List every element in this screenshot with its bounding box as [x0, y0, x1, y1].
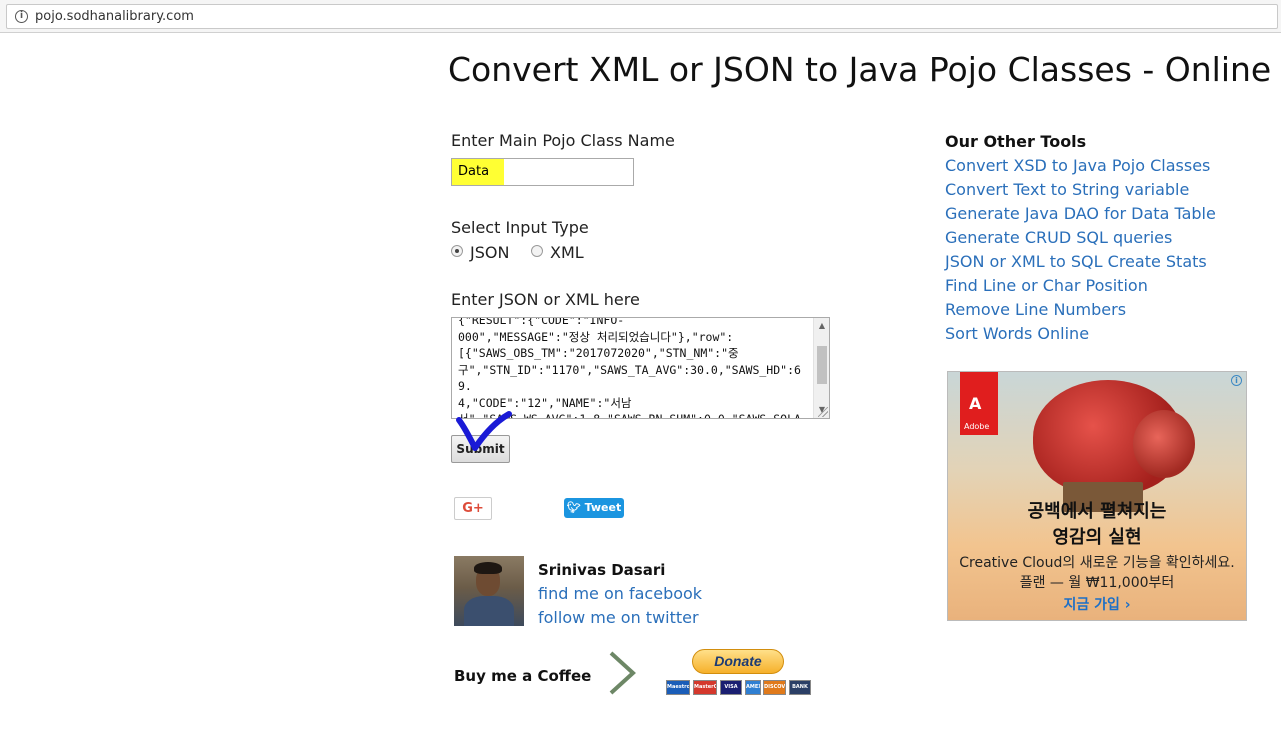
- other-tools-heading: Our Other Tools: [945, 132, 1087, 151]
- twitter-bird-icon: 🐦︎: [566, 501, 581, 514]
- google-plus-button[interactable]: G+: [454, 497, 492, 520]
- tweet-button[interactable]: 🐦︎ Tweet: [564, 498, 624, 518]
- url-field[interactable]: i pojo.sodhanalibrary.com: [6, 4, 1278, 29]
- ad-subtext-1: Creative Cloud의 새로운 기능을 확인하세요.: [959, 555, 1235, 571]
- ad-cta-link[interactable]: 지금 가입 ›: [948, 594, 1246, 614]
- tool-link-remove-line-numbers[interactable]: Remove Line Numbers: [945, 300, 1126, 319]
- donate-button[interactable]: Donate: [692, 649, 784, 674]
- tool-link-sort-words[interactable]: Sort Words Online: [945, 324, 1089, 343]
- adobe-advertisement[interactable]: A Adobe i 공백에서 펼쳐지는 영감의 실현 Creative Clou…: [947, 371, 1247, 621]
- tool-link-text-to-string[interactable]: Convert Text to String variable: [945, 180, 1189, 199]
- radio-xml[interactable]: [531, 245, 543, 257]
- radio-xml-label[interactable]: XML: [550, 243, 584, 262]
- textarea-scrollbar[interactable]: ▲ ▼: [813, 318, 829, 418]
- card-amex-icon: AMEX: [745, 680, 761, 695]
- radio-json[interactable]: [451, 245, 463, 257]
- input-label: Enter JSON or XML here: [451, 290, 640, 309]
- ad-subtext-2: 플랜 — 월 ₩11,000부터: [1019, 575, 1175, 591]
- tool-link-java-dao[interactable]: Generate Java DAO for Data Table: [945, 204, 1216, 223]
- card-bank-icon: BANK: [789, 680, 811, 695]
- textarea-content: {"RESULT":{"CODE":"INFO- 000","MESSAGE":…: [458, 317, 801, 419]
- card-mastercard-icon: MasterCard: [693, 680, 717, 695]
- tool-link-sql-create[interactable]: JSON or XML to SQL Create Stats: [945, 252, 1207, 271]
- tweet-label: Tweet: [584, 501, 622, 514]
- browser-address-bar: i pojo.sodhanalibrary.com: [0, 0, 1281, 33]
- chevron-right-icon: [609, 651, 636, 695]
- adobe-logo: A Adobe: [960, 372, 998, 435]
- card-maestro-icon: Maestro: [666, 680, 690, 695]
- json-xml-textarea[interactable]: {"RESULT":{"CODE":"INFO- 000","MESSAGE":…: [451, 317, 830, 419]
- info-icon[interactable]: i: [15, 10, 28, 23]
- card-visa-icon: VISA: [720, 680, 742, 695]
- classname-label: Enter Main Pojo Class Name: [451, 131, 675, 150]
- tool-link-xsd-to-pojo[interactable]: Convert XSD to Java Pojo Classes: [945, 156, 1210, 175]
- classname-input[interactable]: Data: [451, 158, 634, 186]
- input-type-label: Select Input Type: [451, 218, 589, 237]
- checkmark-annotation-icon: [456, 411, 512, 451]
- resize-grip-icon[interactable]: [818, 407, 828, 417]
- radio-json-label[interactable]: JSON: [470, 243, 509, 262]
- classname-value: Data: [458, 164, 490, 179]
- url-text: pojo.sodhanalibrary.com: [35, 9, 194, 24]
- tool-link-find-line[interactable]: Find Line or Char Position: [945, 276, 1148, 295]
- author-avatar: [454, 556, 524, 626]
- scroll-thumb[interactable]: [817, 346, 827, 384]
- ad-info-icon[interactable]: i: [1231, 375, 1242, 386]
- page-title: Convert XML or JSON to Java Pojo Classes…: [448, 50, 1272, 89]
- scroll-up-arrow-icon[interactable]: ▲: [814, 318, 829, 334]
- tool-link-crud-sql[interactable]: Generate CRUD SQL queries: [945, 228, 1172, 247]
- ad-headline-1: 공백에서 펼쳐지는: [1027, 501, 1167, 522]
- buy-coffee-label: Buy me a Coffee: [454, 667, 592, 685]
- author-name: Srinivas Dasari: [538, 561, 666, 579]
- facebook-link[interactable]: find me on facebook: [538, 584, 702, 603]
- balloon-small-image: [1133, 410, 1195, 478]
- twitter-link[interactable]: follow me on twitter: [538, 608, 699, 627]
- ad-headline-2: 영감의 실현: [1052, 527, 1142, 548]
- card-discover-icon: DISCOVER: [763, 680, 786, 695]
